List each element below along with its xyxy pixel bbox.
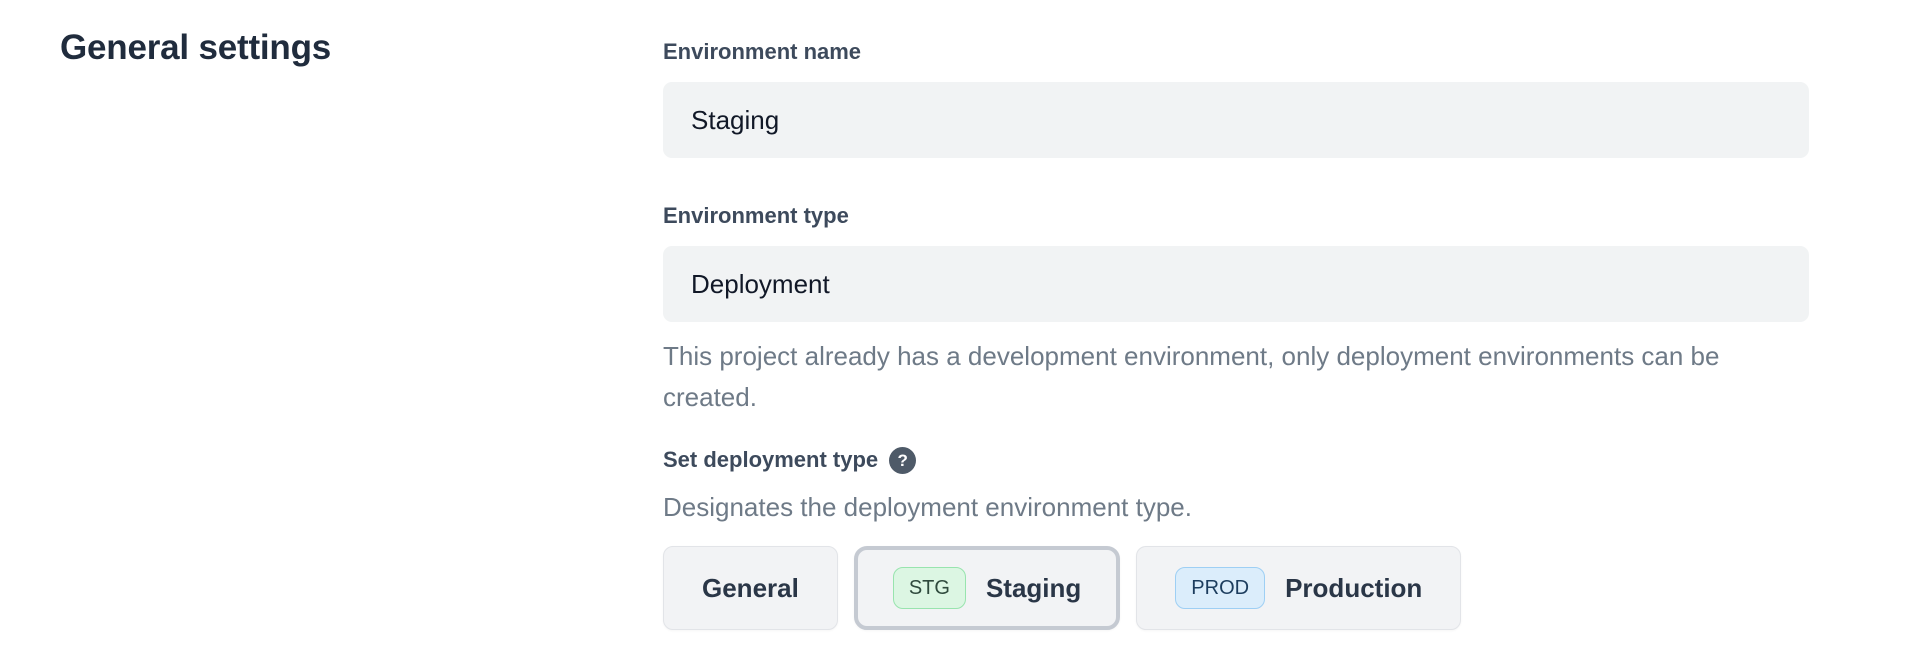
deployment-type-label-row: Set deployment type ? — [663, 446, 1809, 474]
environment-name-input[interactable] — [663, 82, 1809, 158]
staging-badge: STG — [893, 567, 966, 609]
deployment-type-option-staging-label: Staging — [986, 573, 1081, 604]
settings-form: Environment name Environment type This p… — [663, 0, 1809, 630]
deployment-type-options: General STG Staging PROD Production — [663, 546, 1809, 630]
environment-type-help-text: This project already has a development e… — [663, 336, 1768, 418]
environment-type-group: Environment type This project already ha… — [663, 202, 1809, 418]
deployment-type-option-production-label: Production — [1285, 573, 1422, 604]
settings-left-column: General settings — [0, 0, 663, 630]
deployment-type-description: Designates the deployment environment ty… — [663, 488, 1809, 526]
deployment-type-option-general[interactable]: General — [663, 546, 838, 630]
deployment-type-option-staging[interactable]: STG Staging — [854, 546, 1120, 630]
question-mark-icon[interactable]: ? — [889, 447, 916, 474]
deployment-type-option-production[interactable]: PROD Production — [1136, 546, 1461, 630]
environment-name-label: Environment name — [663, 38, 1809, 66]
environment-name-group: Environment name — [663, 38, 1809, 158]
environment-type-label: Environment type — [663, 202, 1809, 230]
settings-page: General settings Environment name Enviro… — [0, 0, 1916, 630]
deployment-type-option-general-label: General — [702, 573, 799, 604]
environment-type-input[interactable] — [663, 246, 1809, 322]
page-title: General settings — [60, 28, 663, 68]
deployment-type-group: Set deployment type ? Designates the dep… — [663, 446, 1809, 630]
production-badge: PROD — [1175, 567, 1265, 609]
deployment-type-label: Set deployment type — [663, 446, 878, 474]
